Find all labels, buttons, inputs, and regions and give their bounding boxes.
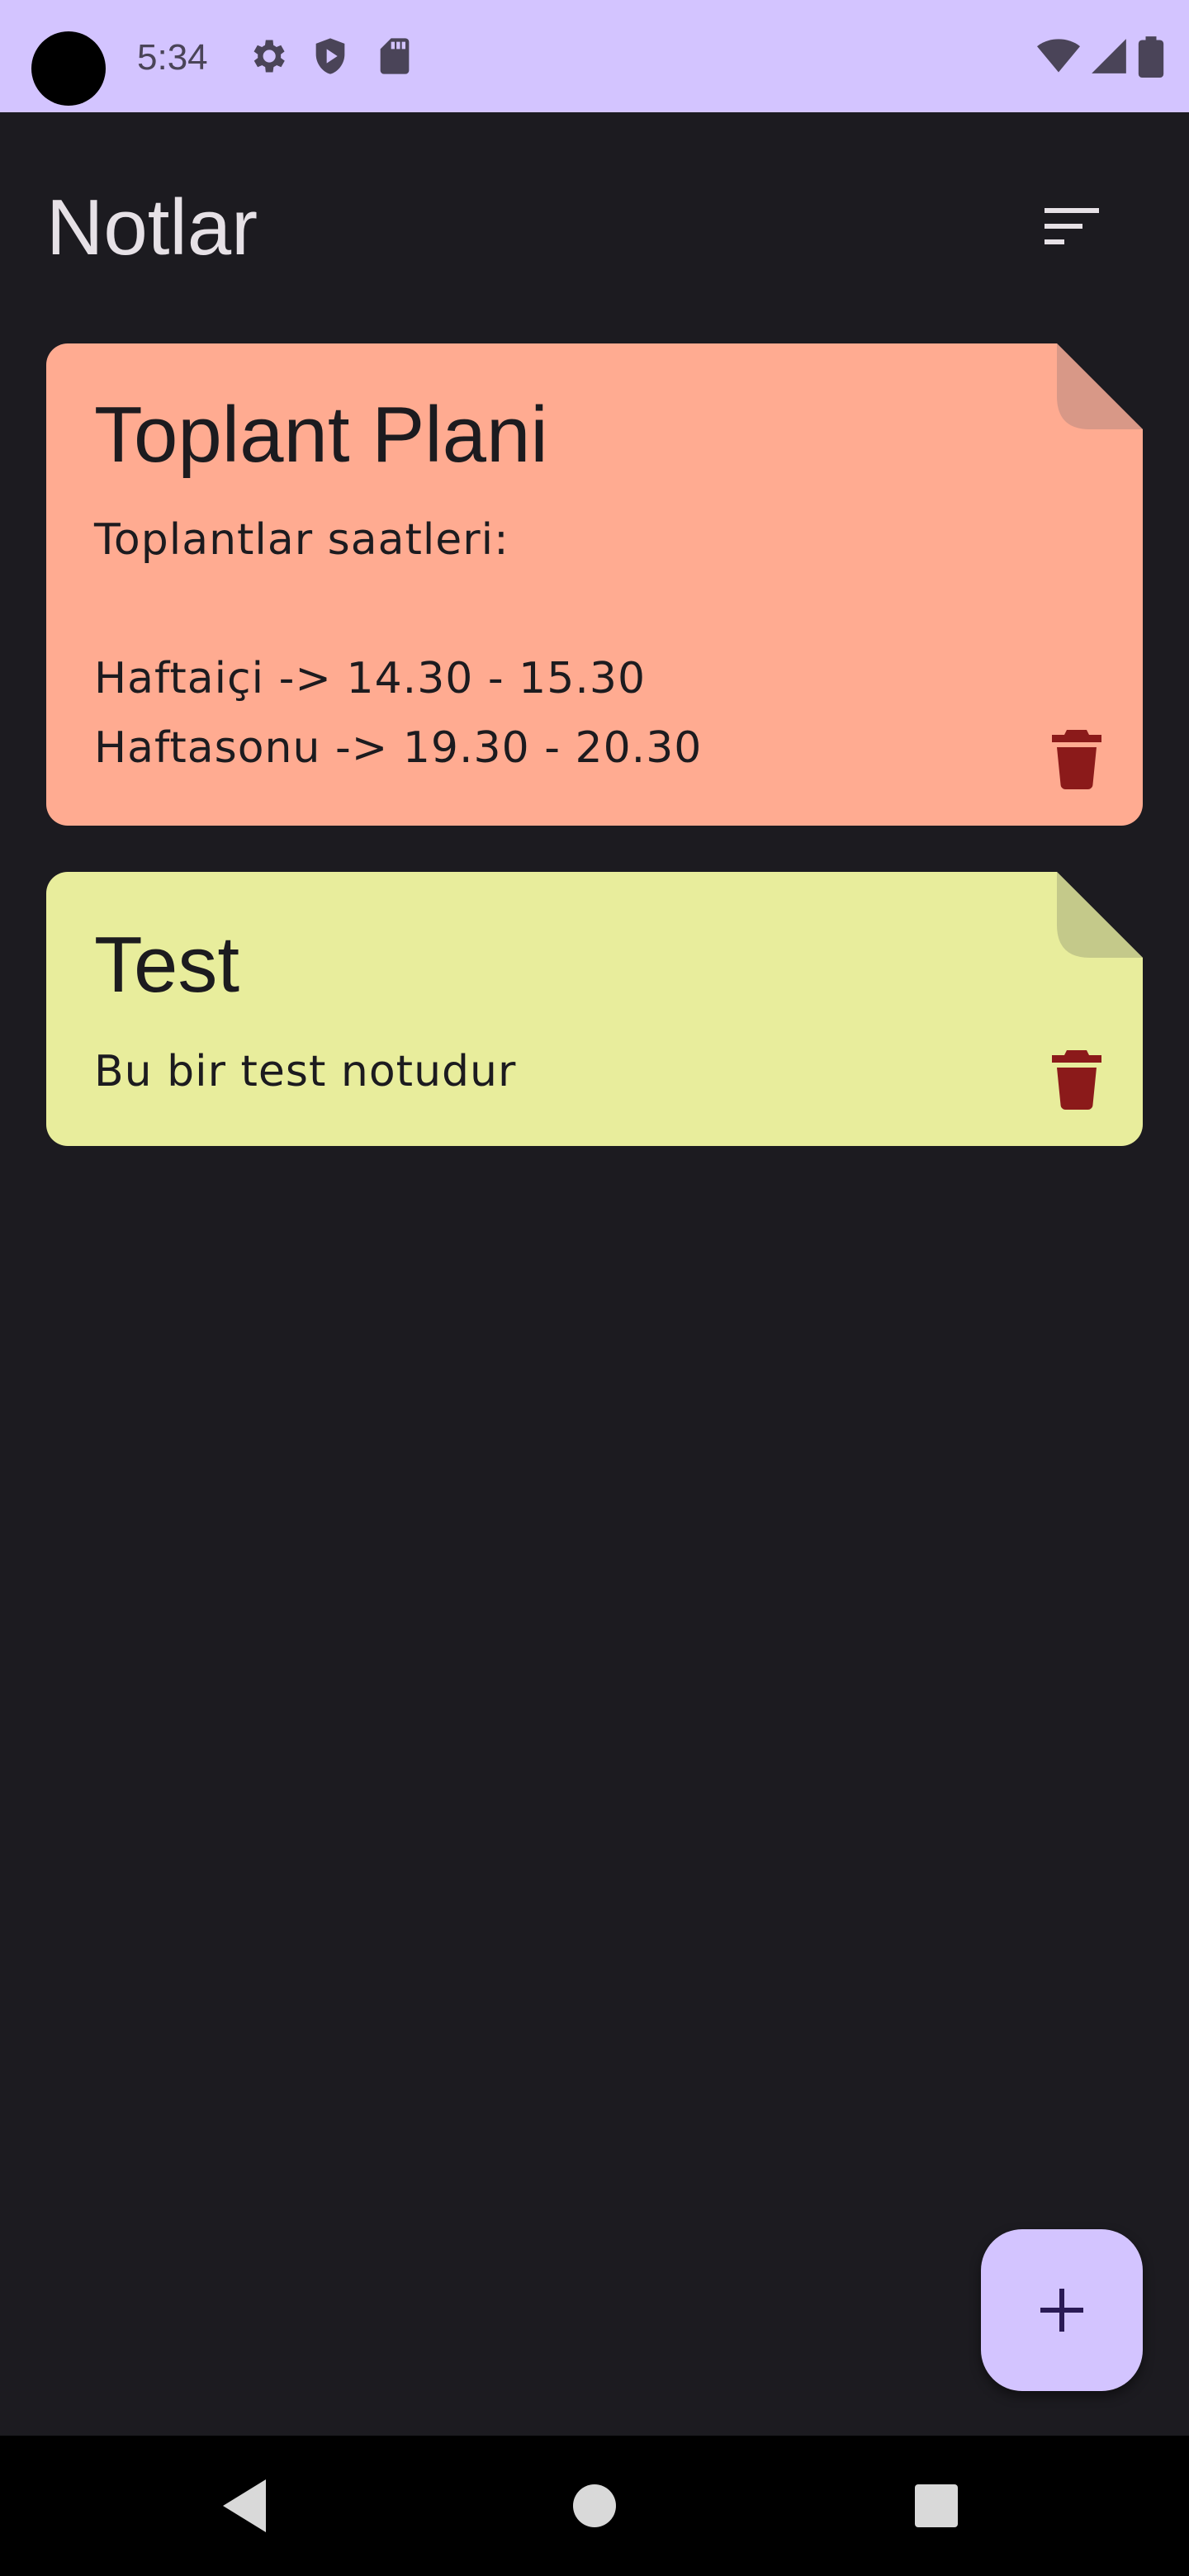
note-title: Test: [94, 921, 240, 1009]
home-button[interactable]: [561, 2473, 628, 2539]
recents-button[interactable]: [903, 2473, 969, 2539]
plus-icon: [1040, 2289, 1083, 2332]
delete-button[interactable]: [1052, 730, 1101, 789]
note-card[interactable]: Test Bu bir test notudur: [46, 872, 1143, 1146]
page-title: Notlar: [46, 183, 258, 272]
back-button[interactable]: [213, 2473, 279, 2539]
delete-button[interactable]: [1052, 1050, 1101, 1110]
navigation-bar: [0, 2436, 1189, 2576]
recents-icon: [915, 2484, 958, 2527]
wifi-icon: [1035, 35, 1082, 78]
sd-card-icon: [373, 35, 416, 78]
status-bar: 5:34: [0, 0, 1189, 112]
battery-icon: [1136, 35, 1166, 78]
add-note-button[interactable]: [981, 2229, 1143, 2391]
note-content: Bu bir test notudur: [94, 1047, 517, 1096]
note-fold-corner: [1057, 872, 1143, 958]
shield-icon: [309, 35, 352, 78]
note-fold-corner: [1057, 343, 1143, 429]
note-card[interactable]: Toplant Plani Toplantlar saatleri: Hafta…: [46, 343, 1143, 826]
sort-button[interactable]: [1030, 185, 1113, 268]
trash-icon: [1052, 1050, 1101, 1110]
trash-icon: [1052, 730, 1101, 789]
back-icon: [223, 2479, 266, 2532]
sort-icon: [1045, 208, 1099, 244]
settings-icon: [246, 35, 289, 78]
camera-cutout: [31, 31, 106, 106]
home-icon: [573, 2484, 616, 2527]
signal-icon: [1088, 35, 1130, 78]
note-content: Toplantlar saatleri: Haftaiçi -> 14.30 -…: [94, 515, 703, 773]
status-time: 5:34: [137, 37, 208, 78]
note-title: Toplant Plani: [94, 391, 548, 479]
